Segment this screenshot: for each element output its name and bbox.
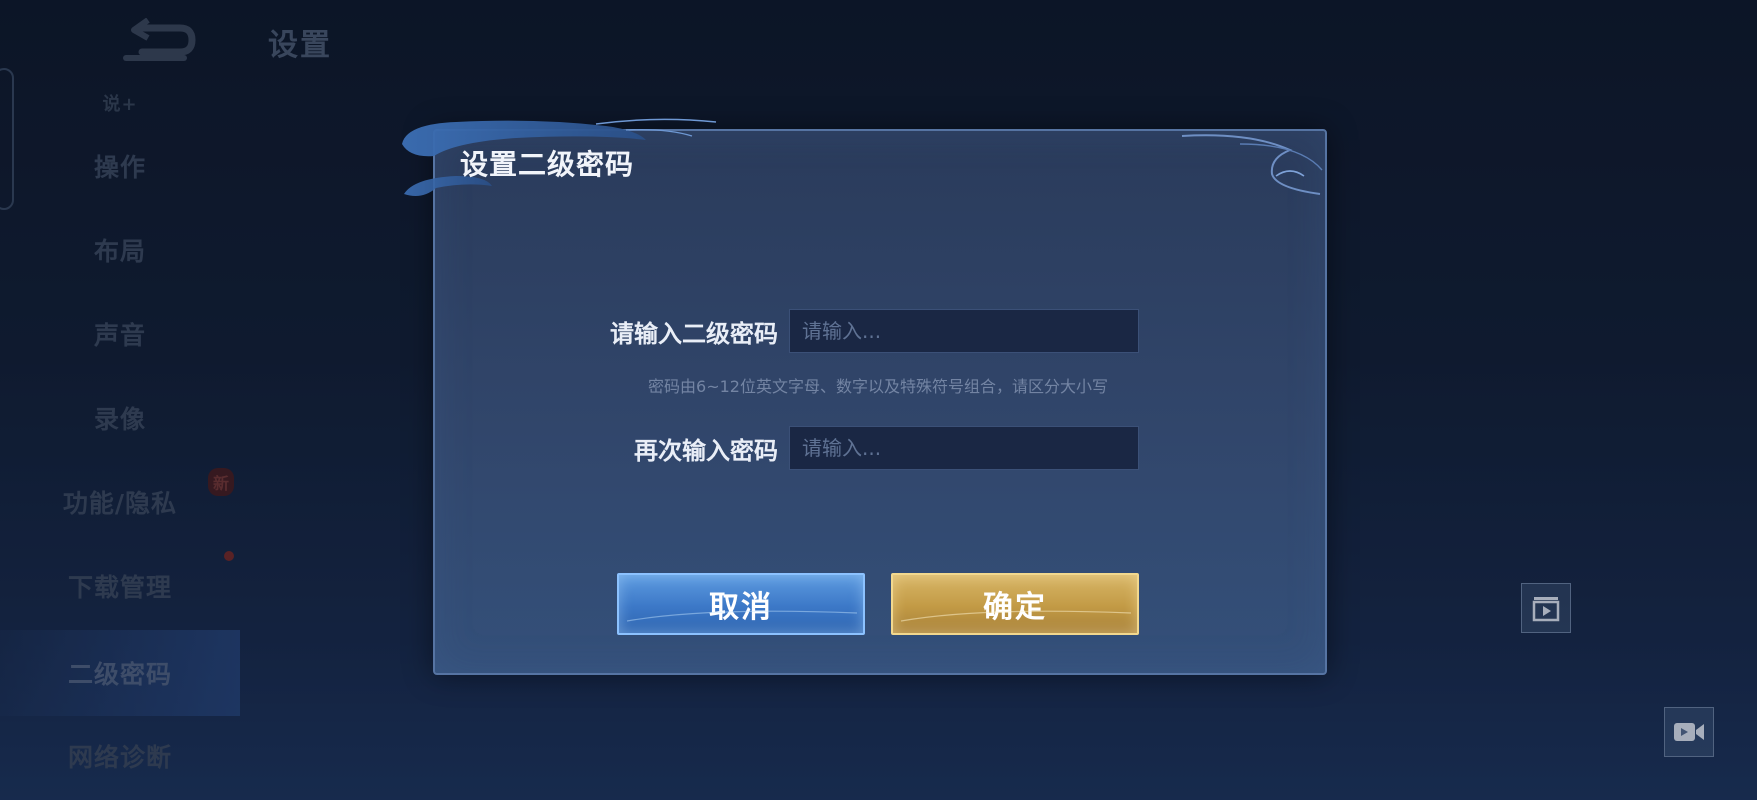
password-input[interactable] xyxy=(789,309,1139,353)
confirm-button[interactable]: 确定 xyxy=(891,573,1139,635)
confirm-password-input[interactable] xyxy=(789,426,1139,470)
button-ornament xyxy=(901,610,1131,622)
cancel-button[interactable]: 取消 xyxy=(617,573,865,635)
password-label: 请输入二级密码 xyxy=(610,320,778,348)
password-rule-hint: 密码由6~12位英文字母、数字以及特殊符号组合，请区分大小写 xyxy=(648,377,1108,396)
button-ornament xyxy=(627,610,857,622)
dialog-title: 设置二级密码 xyxy=(460,148,635,181)
cloud-ornament-right xyxy=(1181,134,1323,195)
confirm-password-label: 再次输入密码 xyxy=(634,437,778,465)
